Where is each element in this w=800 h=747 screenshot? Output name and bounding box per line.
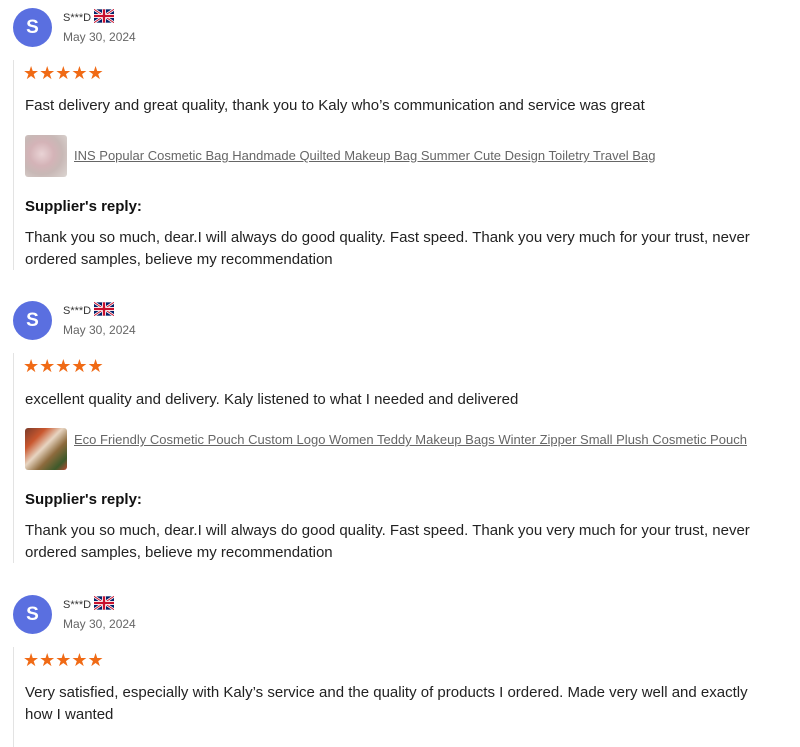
product-thumbnail[interactable] — [25, 428, 67, 470]
supplier-reply-text: Thank you so much, dear.I will always do… — [25, 229, 750, 268]
review-card: S S***D May 30, 2024 ★★★★★ excellent qua… — [0, 293, 800, 583]
reviewer-name: S***D — [63, 599, 92, 611]
review-date: May 30, 2024 — [63, 30, 136, 44]
review-card: S S***D May 30, 2024 ★★★★★ Fast delivery… — [0, 0, 800, 290]
star-rating: ★★★★★ — [23, 650, 104, 670]
reviewer-name-row: S***D — [63, 595, 115, 614]
star-rating: ★★★★★ — [23, 63, 104, 83]
uk-flag-icon — [93, 8, 115, 27]
review-body: ★★★★★ Fast delivery and great quality, t… — [13, 60, 784, 270]
review-date: May 30, 2024 — [63, 323, 136, 337]
reviewer-name-row: S***D — [63, 301, 115, 320]
avatar: S — [13, 595, 52, 634]
product-link[interactable]: INS Popular Cosmetic Bag Handmade Quilte… — [74, 147, 764, 165]
reviewer-name-row: S***D — [63, 8, 115, 27]
avatar: S — [13, 8, 52, 47]
product-link-row[interactable]: Eco Friendly Cosmetic Pouch Custom Logo … — [25, 428, 765, 472]
uk-flag-icon — [93, 301, 115, 320]
uk-flag-icon — [93, 595, 115, 614]
review-card: S S***D May 30, 2024 ★★★★★ Very satisfie… — [0, 587, 800, 747]
review-date: May 30, 2024 — [63, 617, 136, 631]
review-text: Fast delivery and great quality, thank y… — [25, 97, 645, 114]
review-text: excellent quality and delivery. Kaly lis… — [25, 391, 519, 408]
supplier-reply-text: Thank you so much, dear.I will always do… — [25, 522, 750, 561]
star-rating: ★★★★★ — [23, 356, 104, 376]
product-link-row[interactable]: INS Popular Cosmetic Bag Handmade Quilte… — [25, 135, 765, 179]
review-text: Very satisfied, especially with Kaly’s s… — [25, 684, 748, 723]
product-thumbnail[interactable] — [25, 135, 67, 177]
reviewer-name: S***D — [63, 12, 92, 24]
avatar: S — [13, 301, 52, 340]
supplier-reply-heading: Supplier's reply: — [25, 198, 142, 215]
review-body: ★★★★★ excellent quality and delivery. Ka… — [13, 353, 784, 563]
product-link[interactable]: Eco Friendly Cosmetic Pouch Custom Logo … — [74, 431, 764, 449]
supplier-reply-heading: Supplier's reply: — [25, 491, 142, 508]
reviewer-name: S***D — [63, 305, 92, 317]
review-body: ★★★★★ Very satisfied, especially with Ka… — [13, 647, 784, 747]
